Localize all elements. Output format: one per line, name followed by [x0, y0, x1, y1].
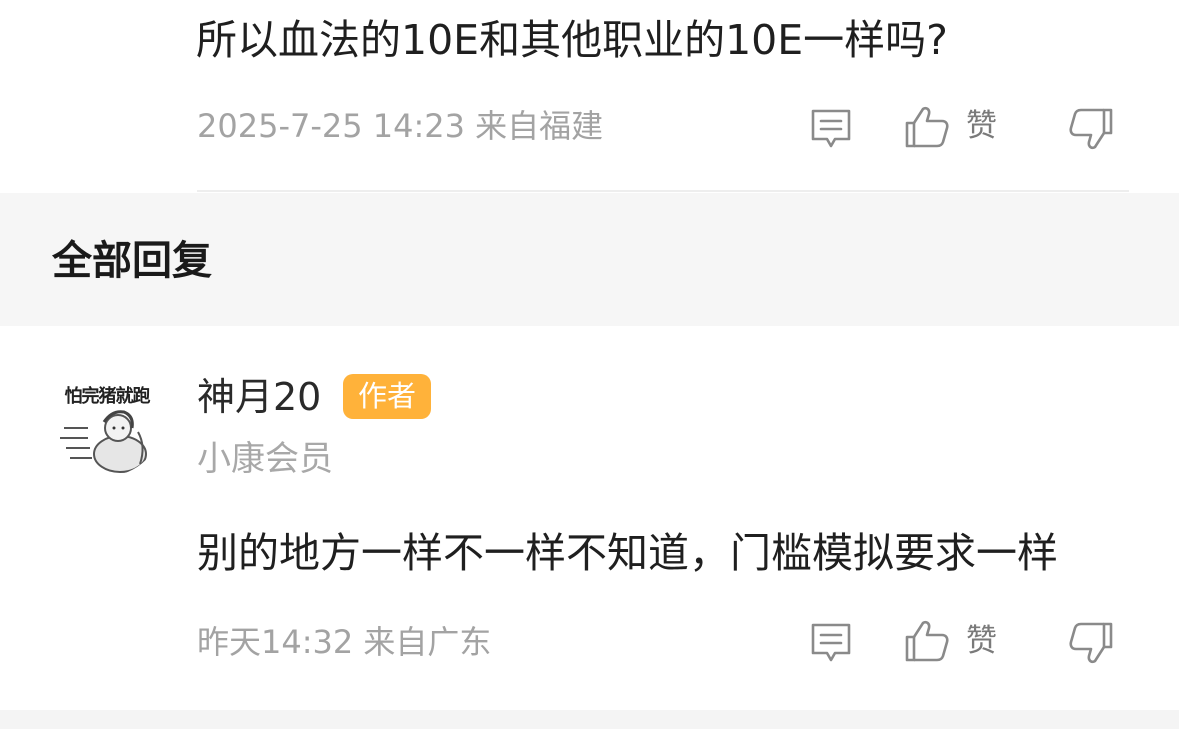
- thumbs-up-icon[interactable]: [904, 104, 950, 150]
- thumbs-down-icon[interactable]: [1068, 106, 1114, 152]
- divider: [197, 190, 1129, 192]
- like-label[interactable]: 赞: [966, 621, 997, 661]
- avatar-drawing: [60, 410, 147, 473]
- section-title: 全部回复: [52, 238, 212, 284]
- member-level: 小康会员: [197, 439, 333, 479]
- username[interactable]: 神月20: [197, 372, 321, 422]
- thumbs-down-icon[interactable]: [1068, 620, 1114, 666]
- author-badge: 作者: [343, 374, 431, 419]
- reply-item: [0, 326, 1179, 710]
- bottom-separator: [0, 710, 1179, 729]
- comment-icon[interactable]: [808, 106, 854, 152]
- like-label[interactable]: 赞: [966, 106, 997, 146]
- reply-meta: 昨天14:32 来自广东: [197, 623, 492, 661]
- comment-icon[interactable]: [808, 620, 854, 666]
- thumbs-up-icon[interactable]: [904, 618, 950, 664]
- reply-text: 别的地方一样不一样不知道，门槛模拟要求一样: [197, 529, 1058, 577]
- previous-comment-meta: 2025-7-25 14:23 来自福建: [197, 107, 604, 145]
- previous-comment-text: 所以血法的10E和其他职业的10E一样吗?: [196, 16, 948, 64]
- avatar[interactable]: 怕完猪就跑: [52, 366, 162, 476]
